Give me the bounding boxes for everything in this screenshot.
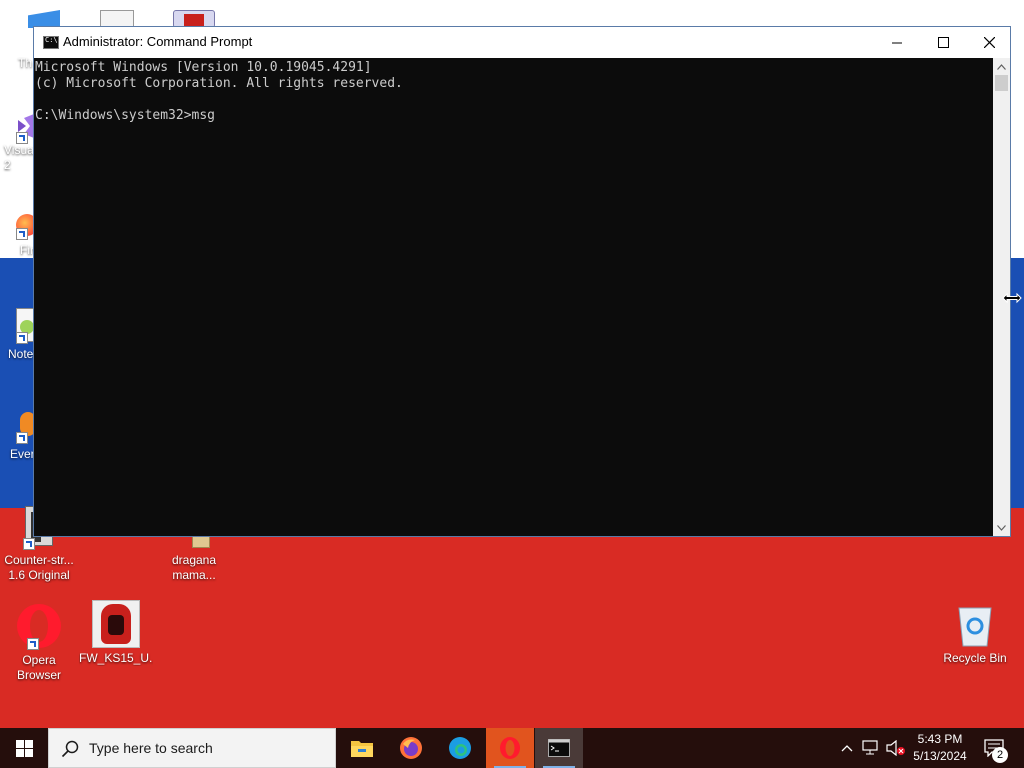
search-icon [61, 740, 79, 758]
maximize-icon [937, 37, 949, 48]
minimize-button[interactable] [874, 27, 920, 58]
desktop-icon-label: Counter-str... 1.6 Original [4, 553, 74, 582]
chevron-up-icon [841, 745, 853, 752]
kingston-logo-icon [92, 600, 140, 648]
console-output[interactable]: Microsoft Windows [Version 10.0.19045.42… [34, 58, 995, 536]
scroll-thumb[interactable] [995, 75, 1008, 91]
desktop-icon-label: Th [18, 56, 33, 70]
clock-time: 5:43 PM [917, 732, 963, 746]
desktop-icon-label: Note [8, 347, 34, 361]
window-titlebar[interactable]: C:\. Administrator: Command Prompt [34, 27, 1010, 58]
firefox-icon [400, 737, 422, 759]
console-line: Microsoft Windows [Version 10.0.19045.42… [35, 60, 372, 75]
taskbar-clock[interactable]: 5:43 PM 5/13/2024 [900, 731, 980, 765]
cmd-icon: C:\. [43, 36, 62, 49]
folder-icon [351, 741, 373, 757]
shortcut-arrow-icon [23, 538, 35, 550]
cmd-icon [548, 739, 570, 757]
shortcut-arrow-icon [16, 132, 28, 144]
close-icon [983, 37, 995, 48]
show-hidden-icons-button[interactable] [836, 728, 858, 768]
minimize-icon [892, 42, 902, 43]
command-prompt-window[interactable]: C:\. Administrator: Command Prompt Micro… [33, 26, 1011, 537]
chevron-down-icon [997, 524, 1006, 531]
taskbar-edge[interactable] [436, 728, 484, 768]
close-button[interactable] [966, 27, 1012, 58]
shortcut-arrow-icon [27, 638, 39, 650]
desktop-icon-label: dragana mama... [171, 553, 217, 582]
taskbar-firefox[interactable] [387, 728, 435, 768]
cmd-icon-text: C:\. [45, 36, 62, 44]
taskbar: Type here to search 5:43 PM 5/13/2024 2 [0, 728, 1024, 768]
taskbar-search-box[interactable]: Type here to search [48, 728, 336, 768]
taskbar-opera[interactable] [486, 728, 534, 768]
recycle-bin-icon [955, 602, 995, 648]
opera-icon [15, 604, 63, 650]
network-button[interactable] [859, 728, 883, 768]
edge-icon [449, 737, 471, 759]
desktop-icon-label: FW_KS15_U... [79, 651, 153, 665]
notification-center-button[interactable]: 2 [978, 728, 1010, 768]
resize-cursor-icon [1002, 290, 1022, 304]
desktop-icon-recycle-bin[interactable]: Recycle Bin [938, 602, 1012, 666]
scroll-down-button[interactable] [993, 519, 1010, 536]
shortcut-arrow-icon [16, 228, 28, 240]
desktop-icon-firefox[interactable]: Fir [0, 210, 38, 258]
desktop-icon-this-pc[interactable]: Th [0, 40, 36, 71]
opera-icon [500, 737, 520, 759]
maximize-button[interactable] [920, 27, 966, 58]
notification-badge: 2 [992, 747, 1008, 763]
clock-date: 5/13/2024 [913, 749, 967, 763]
desktop-icon-everything[interactable]: Ever [0, 408, 36, 462]
shortcut-arrow-icon [16, 432, 28, 444]
desktop-icon-opera[interactable]: Opera Browser [2, 604, 76, 683]
start-button[interactable] [0, 728, 48, 768]
desktop-background-red [0, 508, 1024, 730]
desktop-icon-fw-ks15[interactable]: FW_KS15_U... [79, 600, 153, 666]
console-line: (c) Microsoft Corporation. All rights re… [35, 76, 403, 91]
desktop-icon-label: Opera Browser [16, 653, 61, 682]
network-icon [862, 740, 878, 755]
console-prompt-line[interactable]: C:\Windows\system32>msg [35, 108, 995, 124]
shortcut-arrow-icon [16, 332, 28, 344]
desktop-icon-label: Fir [20, 243, 34, 257]
desktop-icon-label: Recycle Bin [943, 651, 1007, 665]
desktop-icon-label: Ever [10, 447, 35, 461]
search-placeholder: Type here to search [89, 740, 213, 756]
desktop-icon-visual-studio[interactable]: Visua 2 [0, 112, 36, 173]
windows-logo-icon [15, 739, 33, 757]
taskbar-command-prompt[interactable] [535, 728, 583, 768]
scroll-up-button[interactable] [993, 58, 1010, 75]
window-title: Administrator: Command Prompt [63, 34, 253, 49]
chevron-up-icon [997, 63, 1006, 70]
taskbar-file-explorer[interactable] [338, 728, 386, 768]
desktop-icon-notepad-plus[interactable]: Note [0, 306, 36, 362]
